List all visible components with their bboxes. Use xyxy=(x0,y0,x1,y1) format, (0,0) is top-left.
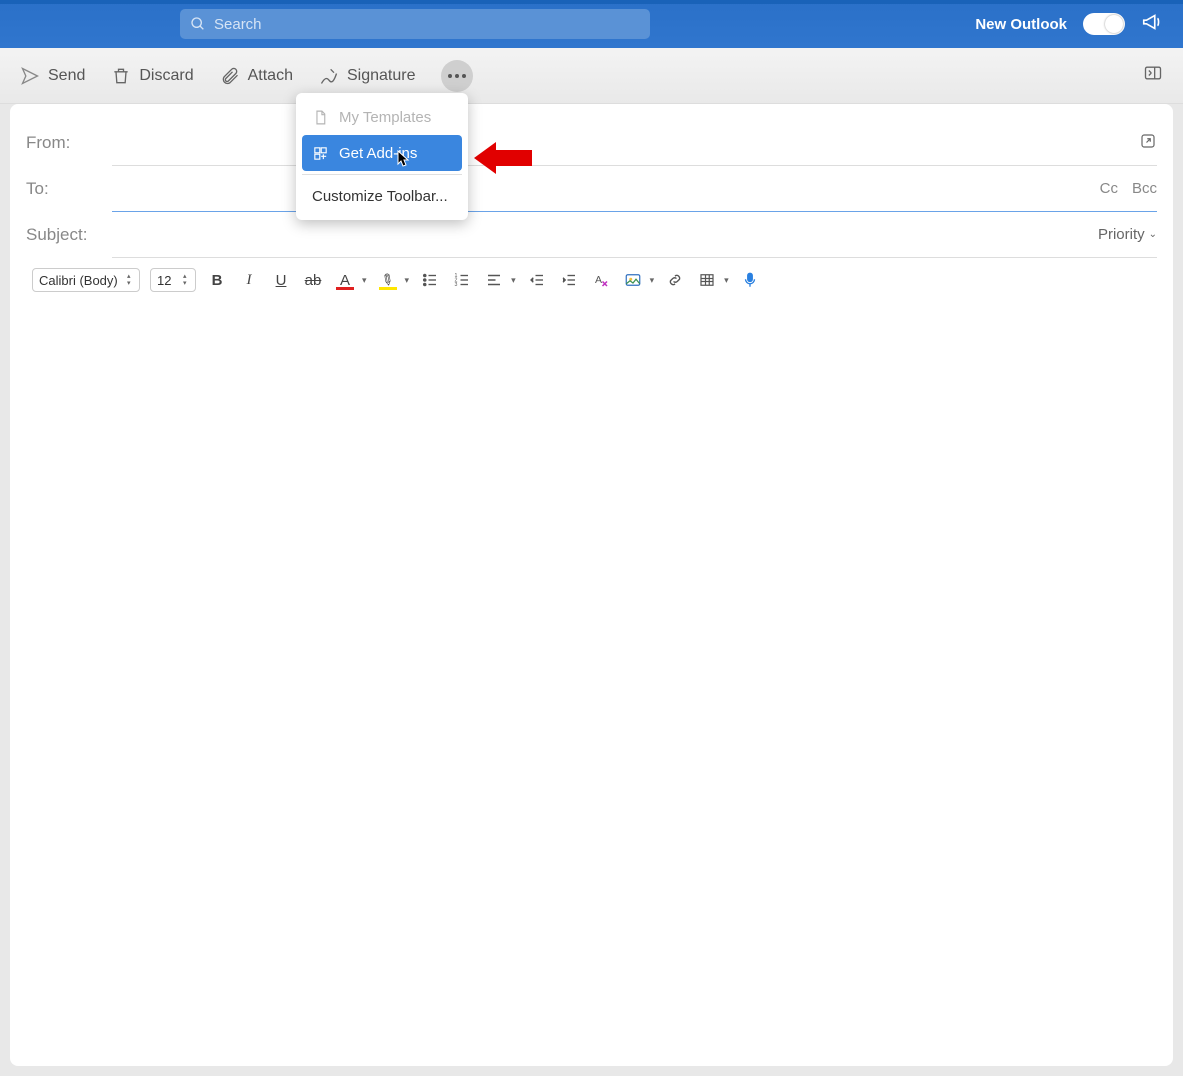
discard-label: Discard xyxy=(139,67,193,85)
menu-my-templates-label: My Templates xyxy=(339,109,431,126)
new-outlook-toggle[interactable] xyxy=(1083,13,1125,35)
send-label: Send xyxy=(48,67,85,85)
font-size-select[interactable]: 12 ▴▾ xyxy=(150,268,196,292)
indent-button[interactable] xyxy=(558,269,580,291)
megaphone-icon[interactable] xyxy=(1141,11,1163,37)
font-color-button[interactable]: A xyxy=(334,269,356,291)
menu-customize-label: Customize Toolbar... xyxy=(312,188,448,205)
font-family-select[interactable]: Calibri (Body) ▴▾ xyxy=(32,268,140,292)
menu-get-addins[interactable]: Get Add-ins xyxy=(302,135,462,171)
bold-button[interactable]: B xyxy=(206,269,228,291)
picture-dropdown[interactable]: ▾ xyxy=(650,275,655,286)
attach-button[interactable]: Attach xyxy=(220,66,293,86)
signature-icon xyxy=(319,66,339,86)
outdent-button[interactable] xyxy=(526,269,548,291)
bullet-list-button[interactable] xyxy=(419,269,441,291)
strikethrough-button[interactable]: ab xyxy=(302,269,324,291)
highlight-button[interactable]: ✎ xyxy=(377,269,399,291)
font-family-value: Calibri (Body) xyxy=(39,273,118,288)
table-dropdown[interactable]: ▾ xyxy=(724,275,729,286)
from-field[interactable] xyxy=(112,120,1157,166)
open-new-window-button[interactable] xyxy=(1139,132,1157,154)
align-dropdown[interactable]: ▾ xyxy=(511,275,516,286)
signature-label: Signature xyxy=(347,67,416,85)
search-icon xyxy=(190,16,206,32)
signature-button[interactable]: Signature xyxy=(319,66,416,86)
to-field[interactable]: Cc Bcc xyxy=(112,166,1157,212)
priority-button[interactable]: Priority ⌄ xyxy=(1098,226,1157,243)
paperclip-icon xyxy=(220,66,240,86)
discard-button[interactable]: Discard xyxy=(111,66,193,86)
numbered-list-button[interactable]: 123 xyxy=(451,269,473,291)
attach-label: Attach xyxy=(248,67,293,85)
send-button[interactable]: Send xyxy=(20,66,85,86)
align-button[interactable] xyxy=(483,269,505,291)
collapse-ribbon-button[interactable] xyxy=(1143,63,1163,88)
new-outlook-label: New Outlook xyxy=(975,16,1067,33)
underline-button[interactable]: U xyxy=(270,269,292,291)
insert-table-button[interactable] xyxy=(696,269,718,291)
from-label: From: xyxy=(26,133,112,153)
cc-button[interactable]: Cc xyxy=(1100,180,1118,197)
menu-my-templates[interactable]: My Templates xyxy=(302,99,462,135)
to-label: To: xyxy=(26,179,112,199)
font-color-dropdown[interactable]: ▾ xyxy=(362,275,367,286)
menu-separator xyxy=(302,174,462,175)
send-icon xyxy=(20,66,40,86)
svg-text:A: A xyxy=(595,274,602,286)
search-placeholder: Search xyxy=(214,16,262,33)
priority-label: Priority xyxy=(1098,226,1145,243)
svg-text:3: 3 xyxy=(455,282,458,288)
trash-icon xyxy=(111,66,131,86)
insert-picture-button[interactable] xyxy=(622,269,644,291)
subject-field[interactable]: Priority ⌄ xyxy=(112,212,1157,258)
bcc-button[interactable]: Bcc xyxy=(1132,180,1157,197)
more-menu: My Templates Get Add-ins Customize Toolb… xyxy=(296,93,468,220)
font-size-value: 12 xyxy=(157,273,171,288)
cursor-pointer-icon xyxy=(397,150,411,173)
chevron-down-icon: ⌄ xyxy=(1149,229,1157,240)
subject-label: Subject: xyxy=(26,225,112,245)
more-button[interactable] xyxy=(441,60,473,92)
templates-icon xyxy=(312,109,329,126)
addins-icon xyxy=(312,145,329,162)
menu-customize-toolbar[interactable]: Customize Toolbar... xyxy=(302,178,462,214)
highlight-dropdown[interactable]: ▾ xyxy=(405,275,410,286)
clear-formatting-button[interactable]: A xyxy=(590,269,612,291)
dictate-button[interactable] xyxy=(739,269,761,291)
italic-button[interactable]: I xyxy=(238,269,260,291)
search-input[interactable]: Search xyxy=(180,9,650,39)
annotation-arrow xyxy=(474,140,532,181)
ellipsis-icon xyxy=(448,74,466,78)
insert-link-button[interactable] xyxy=(664,269,686,291)
